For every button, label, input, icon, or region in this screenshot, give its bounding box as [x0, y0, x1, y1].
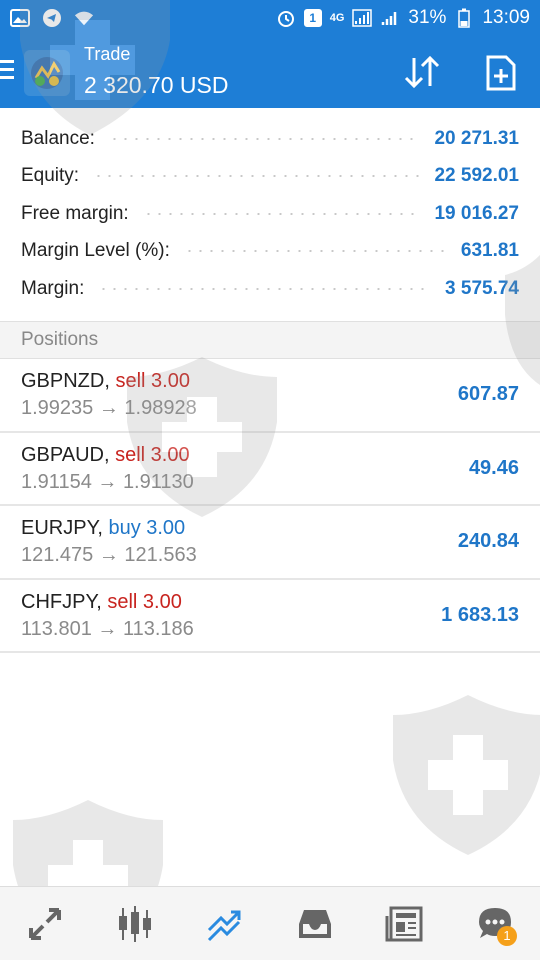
current-price: 1.91130	[122, 470, 194, 493]
position-side: sell 3.00	[107, 590, 182, 613]
arrow-icon: →	[97, 617, 118, 640]
network-type: 4G	[329, 12, 345, 24]
summary-row: Margin Level (%): 631.81	[0, 233, 540, 271]
summary-row: Free margin: 19 016.27	[0, 195, 540, 233]
new-document-icon	[486, 55, 516, 91]
chart-icon	[119, 905, 151, 942]
position-side: sell 3.00	[115, 443, 190, 466]
position-title: EURJPY, buy 3.00	[21, 517, 185, 540]
dotted-leader	[93, 175, 421, 178]
summary-row: Equity: 22 592.01	[0, 158, 540, 196]
nav-news[interactable]	[377, 896, 433, 952]
position-row[interactable]: GBPAUD, sell 3.00 1.91154 → 1.91130 49.46	[0, 433, 540, 506]
arrow-icon: →	[98, 544, 119, 566]
nav-chat[interactable]: 1	[467, 896, 523, 952]
app-bar: Trade 2 320.70 USD	[0, 36, 540, 108]
dotted-leader	[183, 250, 447, 253]
position-title: GBPAUD, sell 3.00	[21, 444, 190, 467]
arrow-icon: →	[98, 397, 119, 419]
summary-label: Free margin:	[21, 202, 129, 224]
position-symbol: GBPNZD,	[21, 370, 110, 392]
position-prices: 121.475 → 121.563	[21, 544, 197, 567]
current-price: 113.186	[122, 617, 194, 640]
summary-value: 20 271.31	[434, 127, 519, 149]
signal-icon	[352, 8, 373, 28]
sort-button[interactable]	[402, 54, 442, 90]
dotted-leader	[142, 212, 421, 215]
summary-value: 3 575.74	[445, 277, 519, 299]
open-price: 1.99235	[21, 397, 94, 419]
summary-label: Margin Level (%):	[21, 240, 170, 262]
battery-percent: 31%	[408, 7, 447, 28]
telegram-icon	[42, 8, 62, 28]
clock: 13:09	[482, 7, 530, 28]
chat-badge: 1	[497, 925, 517, 946]
app-logo[interactable]	[24, 50, 70, 96]
dotted-leader	[108, 137, 421, 140]
summary-label: Balance:	[21, 127, 95, 149]
position-title: CHFJPY, sell 3.00	[21, 591, 182, 614]
summary-row: Balance: 20 271.31	[0, 120, 540, 158]
bottom-navigation: 1	[0, 886, 540, 960]
position-side: buy 3.00	[108, 517, 186, 539]
page-title: Trade	[84, 44, 131, 64]
watermark-shield-icon	[393, 695, 540, 855]
position-title: GBPNZD, sell 3.00	[21, 370, 190, 393]
summary-value: 22 592.01	[434, 165, 519, 187]
open-price: 113.801	[21, 617, 92, 640]
trade-icon	[207, 910, 241, 941]
position-prices: 1.99235 → 1.98928	[21, 397, 197, 420]
positions-header: Positions	[0, 321, 540, 359]
arrow-icon: →	[97, 470, 118, 493]
summary-value: 19 016.27	[434, 202, 519, 224]
account-summary: Balance: 20 271.31 Equity: 22 592.01 Free ma…	[0, 120, 540, 308]
position-row[interactable]: CHFJPY, sell 3.00 113.801 → 113.186 1 683.…	[0, 580, 540, 653]
summary-label: Equity:	[21, 165, 80, 187]
position-row[interactable]: GBPNZD, sell 3.00 1.99235 → 1.98928 607.87	[0, 359, 540, 433]
positions-list: GBPNZD, sell 3.00 1.99235 → 1.98928 607.87…	[0, 359, 540, 653]
position-side: sell 3.00	[115, 370, 190, 392]
new-order-button[interactable]	[484, 54, 518, 92]
account-balance: 2 320.70 USD	[84, 72, 229, 98]
status-bar: 1 4G 31% 13:09	[0, 0, 540, 36]
position-symbol: EURJPY,	[21, 517, 103, 539]
current-price: 1.98928	[124, 397, 197, 419]
position-prices: 113.801 → 113.186	[21, 618, 194, 641]
dotted-leader	[98, 287, 432, 290]
summary-value: 631.81	[460, 240, 519, 262]
quotes-icon	[29, 907, 61, 940]
position-profit: 240.84	[457, 530, 519, 552]
battery-icon	[454, 8, 474, 28]
summary-label: Margin:	[21, 277, 85, 299]
position-profit: 607.87	[457, 383, 519, 405]
nav-chart[interactable]	[107, 896, 163, 952]
summary-row: Margin: 3 575.74	[0, 270, 540, 308]
nav-history[interactable]	[287, 896, 343, 952]
wifi-icon	[74, 8, 94, 28]
position-symbol: CHFJPY,	[21, 590, 102, 613]
nav-quotes[interactable]	[17, 896, 73, 952]
signal-icon-2	[380, 8, 400, 28]
news-icon	[385, 906, 423, 941]
sort-icon	[404, 55, 440, 89]
nav-trade[interactable]	[197, 896, 253, 952]
menu-icon[interactable]	[0, 60, 14, 84]
sim-icon: 1	[303, 9, 322, 27]
open-price: 1.91154	[21, 470, 92, 493]
position-symbol: GBPAUD,	[21, 443, 110, 466]
current-price: 121.563	[124, 544, 197, 566]
open-price: 121.475	[21, 544, 94, 566]
history-icon	[299, 909, 331, 938]
alarm-icon	[276, 8, 296, 28]
position-profit: 1 683.13	[441, 603, 519, 626]
position-prices: 1.91154 → 1.91130	[21, 471, 194, 494]
gallery-icon	[10, 8, 30, 28]
position-row[interactable]: EURJPY, buy 3.00 121.475 → 121.563 240.84	[0, 506, 540, 580]
position-profit: 49.46	[468, 456, 519, 479]
